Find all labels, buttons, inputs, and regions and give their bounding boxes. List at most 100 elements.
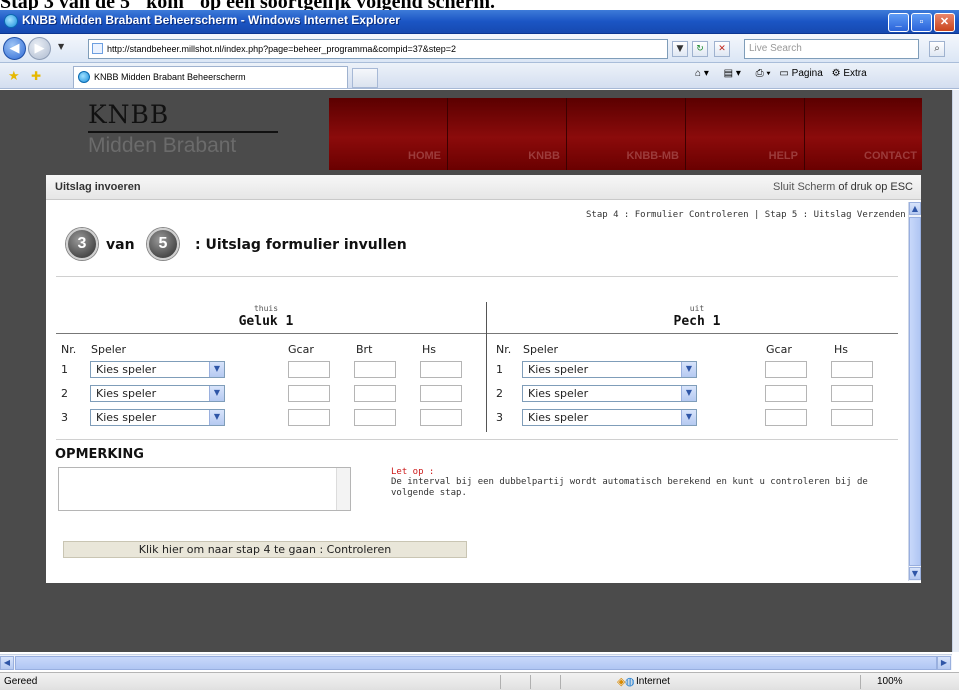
home-brt-input[interactable]: [354, 361, 396, 378]
away-hs-input[interactable]: [831, 361, 873, 378]
away-team-tag: uit: [689, 304, 705, 313]
scroll-right-icon[interactable]: ▶: [937, 656, 951, 670]
refresh-icon[interactable]: ↻: [692, 41, 708, 57]
next-steps-link[interactable]: Stap 4 : Formulier Controleren | Stap 5 …: [586, 210, 906, 220]
chevron-down-icon[interactable]: ▼: [209, 410, 224, 425]
add-favorites-icon[interactable]: ✚: [31, 69, 41, 83]
menu-item-help[interactable]: HELP: [704, 150, 798, 162]
away-col-gcar: Gcar: [766, 343, 792, 356]
away-col-player: Speler: [523, 343, 559, 356]
home-player-select[interactable]: Kies speler ▼: [90, 361, 225, 378]
globe-icon: ◍: [625, 675, 635, 688]
home-brt-input[interactable]: [354, 385, 396, 402]
away-player-select[interactable]: Kies speler ▼: [522, 385, 697, 402]
command-bar: ⌂ ▾ ▤ ▾ ⎙ ▾ ▭ Pagina ⚙ Extra: [695, 68, 867, 79]
print-icon[interactable]: ⎙ ▾: [756, 68, 771, 79]
away-hs-input[interactable]: [831, 409, 873, 426]
tab-knbb-beheerscherm[interactable]: KNBB Midden Brabant Beheerscherm: [73, 66, 348, 88]
away-gcar-input[interactable]: [765, 361, 807, 378]
home-gcar-input[interactable]: [288, 385, 330, 402]
close-hint-suffix: of druk op ESC: [838, 181, 913, 193]
history-dropdown-icon[interactable]: ▼: [58, 42, 64, 51]
menu-item-contact[interactable]: CONTACT: [823, 150, 917, 162]
away-hs-input[interactable]: [831, 385, 873, 402]
horizontal-scroll-thumb[interactable]: [15, 656, 937, 670]
favorites-star-icon[interactable]: ★: [8, 69, 20, 84]
home-col-brt: Brt: [356, 343, 373, 356]
result-entry-panel: Uitslag invoeren Sluit Scherm of druk op…: [46, 175, 921, 583]
back-arrow-icon[interactable]: ◀: [3, 37, 26, 60]
logo-divider: [88, 131, 278, 133]
minimize-button[interactable]: _: [888, 13, 909, 32]
ie-logo-icon: [78, 71, 90, 83]
home-col-gcar: Gcar: [288, 343, 314, 356]
next-step-button[interactable]: Klik hier om naar stap 4 te gaan : Contr…: [63, 541, 467, 558]
site-logo-subtitle: Midden Brabant: [88, 134, 237, 157]
chevron-down-icon[interactable]: ▼: [209, 386, 224, 401]
page-favicon-icon: [92, 43, 103, 54]
note-title: Let op :: [391, 467, 435, 477]
chevron-down-icon[interactable]: ▼: [209, 362, 224, 377]
panel-scroll-thumb[interactable]: [909, 217, 921, 566]
scroll-up-icon[interactable]: ▲: [909, 202, 921, 215]
select-value: Kies speler: [96, 411, 157, 424]
page-icon[interactable]: ▭: [779, 68, 788, 79]
close-button[interactable]: ✕: [934, 13, 955, 32]
window-title: KNBB Midden Brabant Beheerscherm - Windo…: [22, 13, 400, 27]
menu-item-home[interactable]: HOME: [347, 150, 441, 162]
home-hs-input[interactable]: [420, 385, 462, 402]
page-menu[interactable]: Pagina: [792, 68, 823, 79]
search-icon[interactable]: ⌕: [929, 41, 945, 57]
home-icon[interactable]: ⌂ ▾: [695, 68, 709, 79]
home-brt-input[interactable]: [354, 409, 396, 426]
page-vertical-scrollbar[interactable]: [952, 90, 959, 652]
select-value: Kies speler: [528, 387, 589, 400]
remark-textarea[interactable]: [58, 467, 351, 511]
section-divider: [56, 439, 898, 440]
away-row-nr: 1: [496, 363, 503, 376]
address-value: http://standbeheer.millshot.nl/index.php…: [107, 44, 456, 54]
page-horizontal-scrollbar[interactable]: ◀ ▶: [0, 654, 952, 670]
status-divider: [530, 675, 531, 689]
chevron-down-icon[interactable]: ▼: [681, 362, 696, 377]
menu-item-knbb-mb[interactable]: KNBB-MB: [585, 150, 679, 162]
feeds-icon[interactable]: ▤ ▾: [724, 68, 741, 79]
scroll-down-icon[interactable]: ▼: [909, 567, 921, 580]
ie-logo-icon: [4, 14, 18, 28]
away-player-select[interactable]: Kies speler ▼: [522, 361, 697, 378]
away-player-select[interactable]: Kies speler ▼: [522, 409, 697, 426]
home-row-nr: 2: [61, 387, 68, 400]
home-gcar-input[interactable]: [288, 409, 330, 426]
menu-item-knbb[interactable]: KNBB: [466, 150, 560, 162]
address-dropdown-icon[interactable]: ▼: [672, 41, 688, 57]
tools-gear-icon[interactable]: ⚙: [832, 68, 841, 79]
stop-icon[interactable]: ✕: [714, 41, 730, 57]
home-gcar-input[interactable]: [288, 361, 330, 378]
maximize-button[interactable]: ▫: [911, 13, 932, 32]
away-gcar-input[interactable]: [765, 385, 807, 402]
home-hs-input[interactable]: [420, 409, 462, 426]
away-col-hs: Hs: [834, 343, 849, 356]
select-value: Kies speler: [96, 363, 157, 376]
security-zone: Internet: [636, 676, 670, 687]
status-divider: [500, 675, 501, 689]
home-player-select[interactable]: Kies speler ▼: [90, 385, 225, 402]
new-tab-button[interactable]: [352, 68, 378, 88]
home-player-select[interactable]: Kies speler ▼: [90, 409, 225, 426]
chevron-down-icon[interactable]: ▼: [681, 386, 696, 401]
scroll-left-icon[interactable]: ◀: [0, 656, 14, 670]
extra-menu[interactable]: Extra: [843, 68, 866, 79]
close-panel-link[interactable]: Sluit Scherm: [773, 181, 835, 193]
forward-arrow-icon[interactable]: ▶: [28, 37, 51, 60]
site-menu: HOME KNBB KNBB-MB HELP CONTACT: [329, 98, 922, 170]
chevron-down-icon[interactable]: ▼: [681, 410, 696, 425]
panel-scrollbar[interactable]: ▲ ▼: [908, 202, 921, 581]
zoom-level[interactable]: 100%: [877, 676, 903, 687]
select-value: Kies speler: [96, 387, 157, 400]
remark-scrollbar[interactable]: [336, 468, 350, 510]
home-hs-input[interactable]: [420, 361, 462, 378]
address-input[interactable]: http://standbeheer.millshot.nl/index.php…: [88, 39, 668, 59]
away-gcar-input[interactable]: [765, 409, 807, 426]
search-input[interactable]: Live Search: [744, 39, 919, 59]
away-row-nr: 2: [496, 387, 503, 400]
